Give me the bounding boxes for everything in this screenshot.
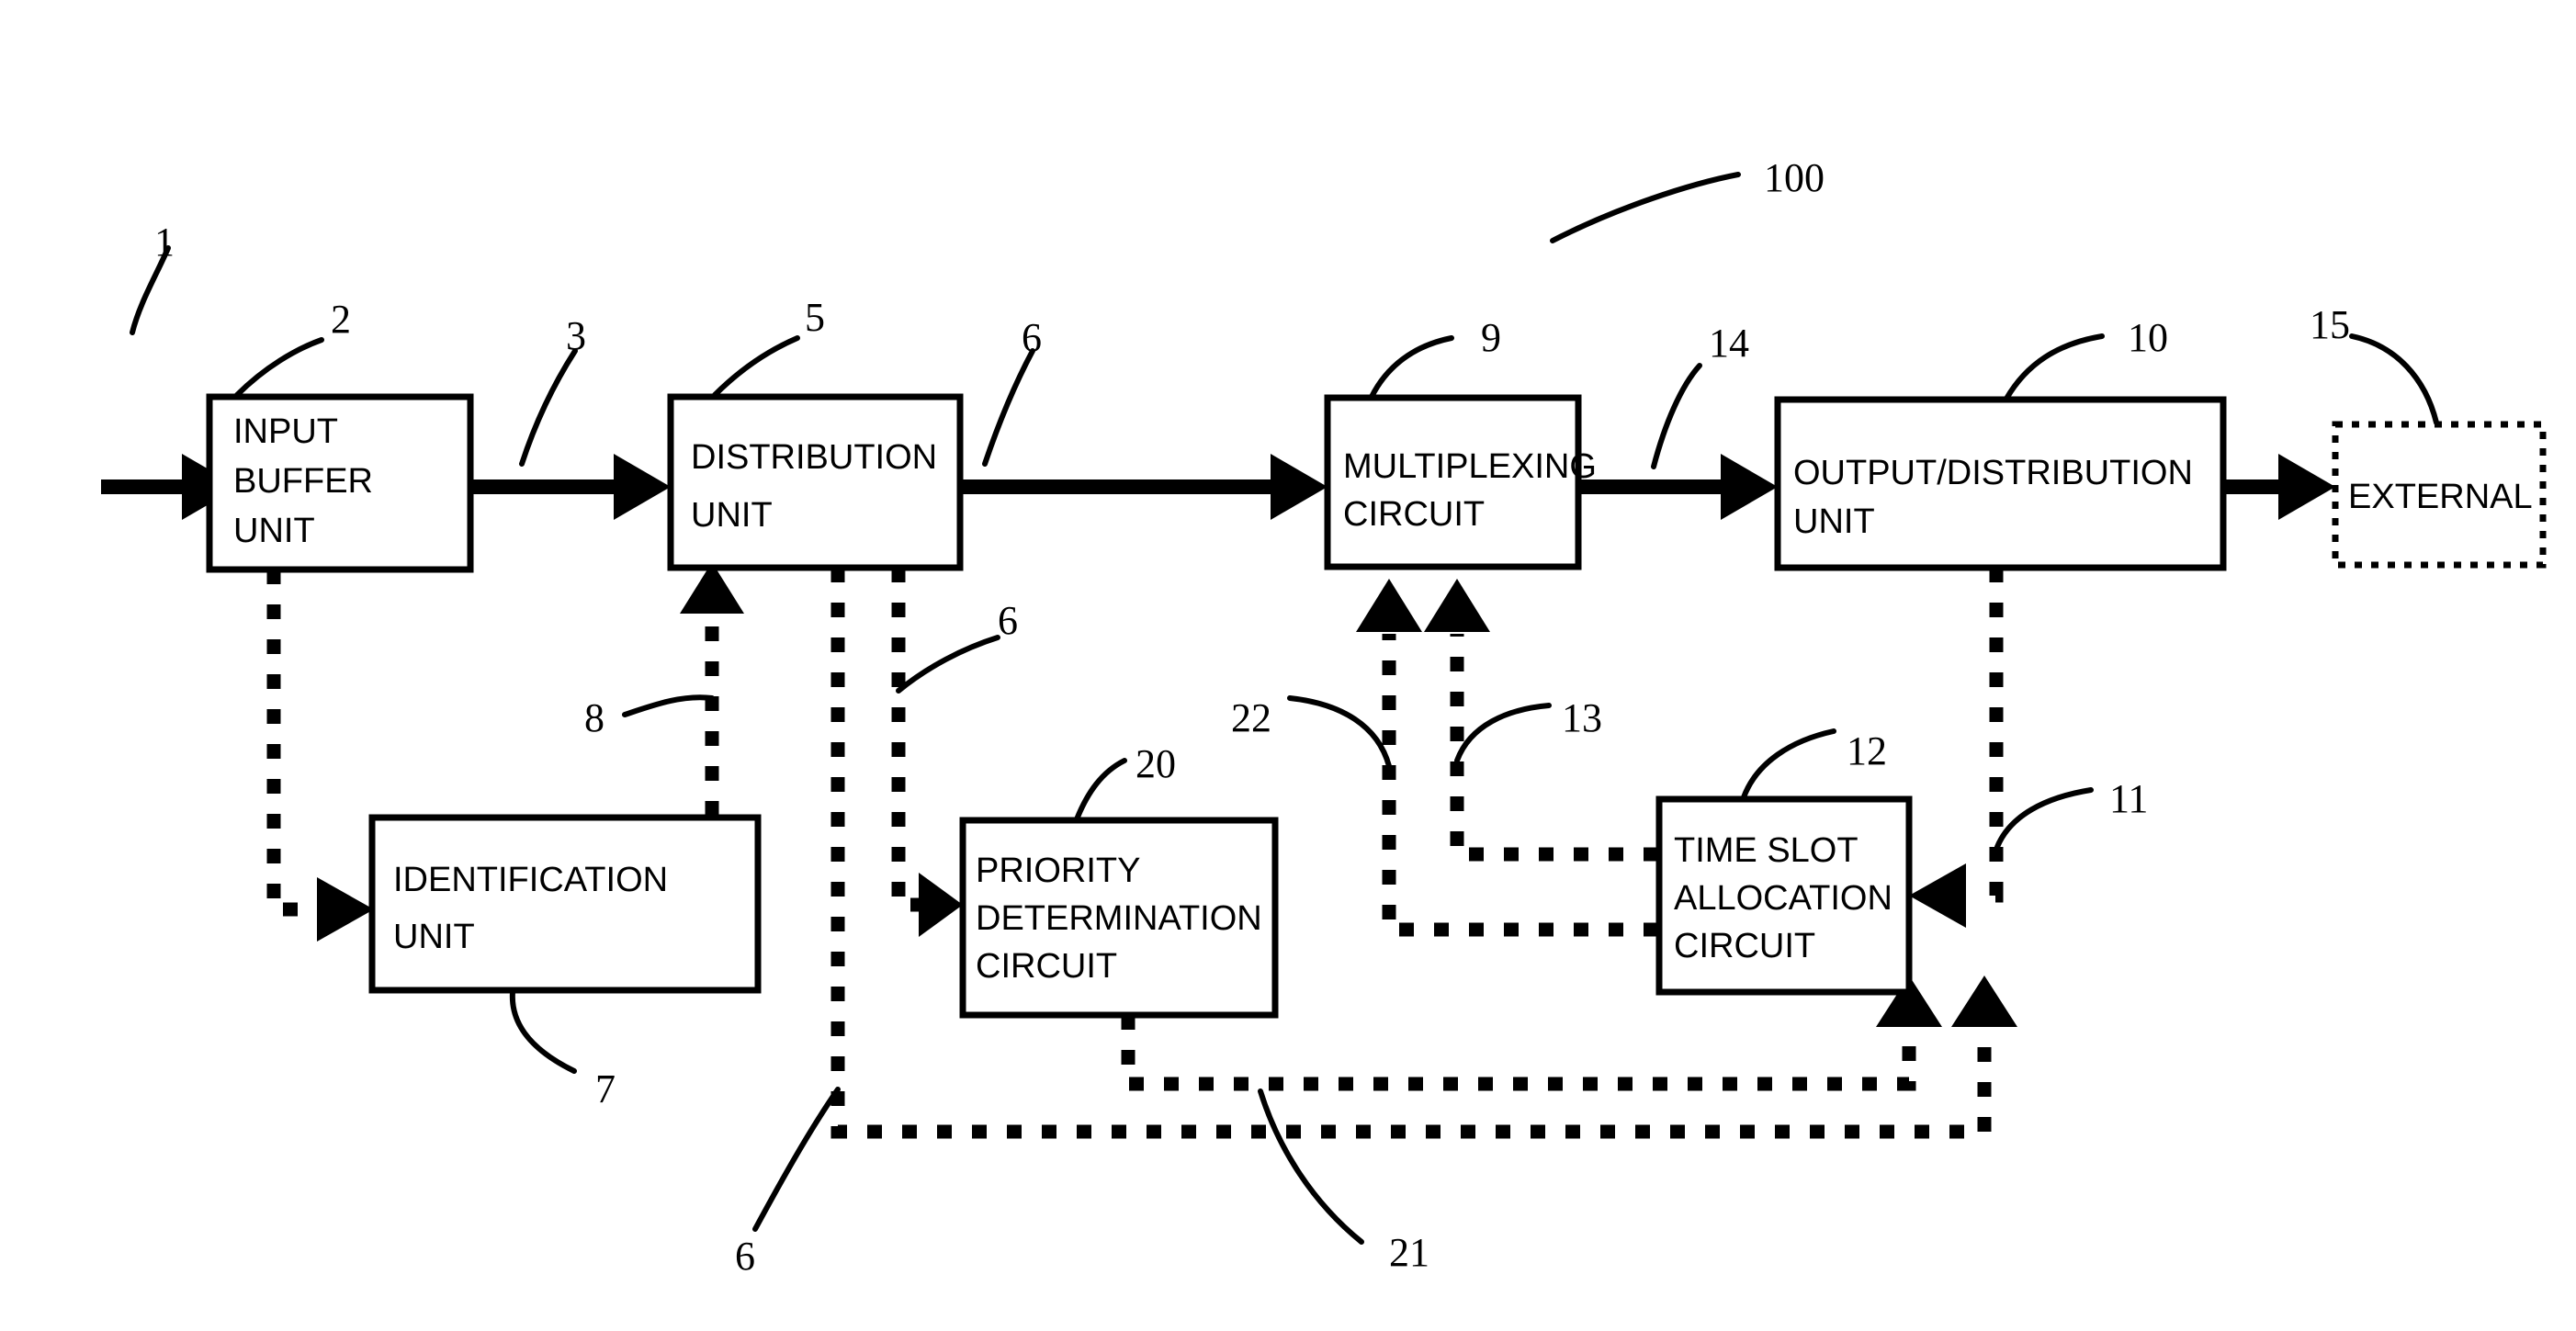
block-multiplexing-circuit[interactable]: MULTIPLEXING CIRCUIT: [1324, 394, 1597, 570]
ref-15-label: 15: [2310, 302, 2350, 347]
block-external-line1: EXTERNAL: [2348, 478, 2533, 516]
ref-22: 22: [1231, 695, 1392, 769]
connector-output-distribution-to-external: [2223, 454, 2335, 520]
block-output-distribution-unit[interactable]: OUTPUT/DISTRIBUTION UNIT: [1774, 396, 2227, 571]
block-input-buffer-unit-line1: INPUT: [233, 412, 338, 451]
block-time-slot-allocation-circuit[interactable]: TIME SLOT ALLOCATION CIRCUIT: [1655, 795, 1913, 996]
ref-1: 1: [130, 220, 175, 335]
ref-2-label: 2: [331, 297, 351, 342]
ref-15: 15: [2310, 302, 2439, 425]
block-output-distribution-unit-line1: OUTPUT/DISTRIBUTION: [1793, 454, 2193, 492]
block-output-distribution-unit-line2: UNIT: [1793, 502, 1875, 541]
ref-21-label: 21: [1389, 1230, 1429, 1275]
ref-7: 7: [509, 989, 616, 1111]
connector-distribution-to-multiplexing: [960, 454, 1328, 520]
ref-13: 13: [1454, 695, 1602, 763]
block-identification-unit-line1: IDENTIFICATION: [393, 861, 668, 899]
ref-10: 10: [2004, 315, 2168, 401]
ref-100: 100: [1550, 155, 1825, 243]
block-time-slot-allocation-circuit-line2: ALLOCATION: [1674, 879, 1892, 918]
block-distribution-unit-line2: UNIT: [691, 496, 773, 535]
block-input-buffer-unit-line3: UNIT: [233, 512, 315, 550]
ref-21: 21: [1258, 1088, 1429, 1275]
ref-6-bottom-label: 6: [735, 1234, 755, 1279]
ref-14-label: 14: [1709, 321, 1749, 366]
ref-6-mid-label: 6: [998, 598, 1018, 643]
block-priority-determination-circuit-line3: CIRCUIT: [976, 947, 1117, 986]
block-identification-unit[interactable]: IDENTIFICATION UNIT: [368, 814, 762, 994]
ref-12: 12: [1741, 728, 1887, 800]
block-external[interactable]: EXTERNAL: [2332, 421, 2547, 569]
block-multiplexing-circuit-line1: MULTIPLEXING: [1343, 447, 1597, 486]
ref-6-mid: 6: [896, 598, 1018, 694]
connector-input-buffer-to-identification: [266, 570, 374, 942]
ref-8-label: 8: [584, 695, 604, 740]
ref-11-label: 11: [2109, 776, 2148, 821]
ref-100-label: 100: [1764, 155, 1825, 200]
ref-22-label: 22: [1231, 695, 1271, 740]
connector-identification-to-distribution: [680, 562, 744, 816]
connector-input-buffer-to-distribution: [470, 454, 671, 520]
ref-6-top: 6: [982, 315, 1042, 467]
ref-20-label: 20: [1135, 741, 1176, 786]
block-priority-determination-circuit-line1: PRIORITY: [976, 852, 1140, 890]
ref-14: 14: [1651, 321, 1749, 469]
connector-distribution-to-priority: [891, 568, 963, 937]
block-input-buffer-unit-line2: BUFFER: [233, 462, 373, 501]
block-time-slot-allocation-circuit-line1: TIME SLOT: [1674, 831, 1859, 870]
block-distribution-unit-line1: DISTRIBUTION: [691, 438, 937, 477]
figure-canvas: INPUT BUFFER UNIT DISTRIBUTION UNIT MULT…: [0, 0, 2576, 1331]
ref-9: 9: [1369, 315, 1501, 400]
connector-multiplexing-to-output-distribution: [1578, 454, 1778, 520]
ref-20: 20: [1074, 741, 1176, 822]
block-multiplexing-circuit-line2: CIRCUIT: [1343, 495, 1485, 534]
ref-6-bottom: 6: [735, 1087, 841, 1279]
ref-5: 5: [712, 295, 825, 398]
ref-10-label: 10: [2128, 315, 2168, 360]
block-time-slot-allocation-circuit-line3: CIRCUIT: [1674, 927, 1815, 965]
ref-2: 2: [234, 297, 351, 398]
ref-13-label: 13: [1562, 695, 1602, 740]
ref-1-label: 1: [154, 220, 175, 265]
ref-8: 8: [584, 694, 715, 740]
ref-9-label: 9: [1481, 315, 1501, 360]
ref-7-label: 7: [595, 1066, 616, 1111]
ref-6-top-label: 6: [1022, 315, 1042, 360]
block-priority-determination-circuit[interactable]: PRIORITY DETERMINATION CIRCUIT: [959, 817, 1279, 1019]
ref-11: 11: [1994, 776, 2148, 850]
connector-time-slot-to-multiplexing-13: [1424, 579, 1658, 862]
ref-3-label: 3: [566, 313, 586, 358]
connector-output-distribution-to-time-slot: [1909, 568, 2004, 928]
ref-5-label: 5: [805, 295, 825, 340]
block-diagram: INPUT BUFFER UNIT DISTRIBUTION UNIT MULT…: [101, 155, 2547, 1279]
ref-3: 3: [519, 313, 586, 467]
block-input-buffer-unit[interactable]: INPUT BUFFER UNIT: [206, 393, 474, 573]
connector-time-slot-to-multiplexing-22: [1356, 579, 1658, 937]
block-distribution-unit[interactable]: DISTRIBUTION UNIT: [667, 393, 964, 571]
block-identification-unit-line2: UNIT: [393, 918, 475, 956]
block-priority-determination-circuit-line2: DETERMINATION: [976, 899, 1262, 938]
ref-12-label: 12: [1847, 728, 1887, 773]
